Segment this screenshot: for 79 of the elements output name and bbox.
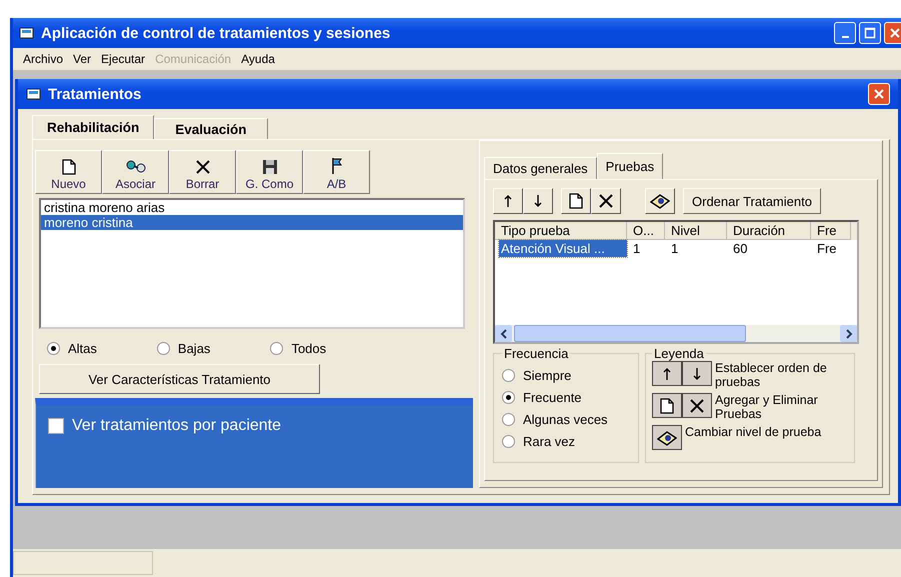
menu-item[interactable]: Ver	[73, 52, 92, 66]
legend-text: Agregar y Eliminar Pruebas	[715, 393, 819, 421]
link-icon	[126, 159, 146, 175]
toolbar-button[interactable]: Borrar	[169, 150, 236, 194]
tab[interactable]: Rehabilitación	[32, 115, 154, 139]
radio-button[interactable]: Frecuente	[502, 390, 630, 405]
move-up-button[interactable]	[493, 188, 523, 214]
window-title: Tratamientos	[48, 86, 142, 102]
window-icon	[26, 87, 42, 101]
toolbar-button[interactable]: Nuevo	[35, 150, 102, 194]
move-down-button[interactable]	[523, 188, 553, 214]
radio-circle[interactable]	[47, 342, 60, 355]
menu-item[interactable]: Archivo	[23, 52, 64, 66]
radio-circle[interactable]	[502, 391, 515, 404]
radio-button[interactable]: Siempre	[502, 368, 630, 383]
scroll-right-button[interactable]	[840, 325, 857, 342]
up-arrow-icon	[504, 195, 512, 207]
radio-button[interactable]: Algunas veces	[502, 412, 630, 427]
maximize-button[interactable]	[859, 22, 881, 44]
book-icon	[650, 193, 670, 209]
list-item[interactable]: moreno cristina	[41, 215, 463, 230]
level-button[interactable]	[645, 188, 675, 214]
radio-circle[interactable]	[270, 342, 284, 355]
details-button[interactable]: Ver Características Tratamiento	[39, 364, 320, 394]
radio-circle[interactable]	[502, 413, 515, 426]
add-button[interactable]	[561, 188, 591, 214]
radio-button[interactable]: Bajas	[156, 341, 210, 356]
cross-icon	[689, 398, 705, 414]
order-button[interactable]: Ordenar Tratamiento	[683, 188, 821, 214]
group-title: Frecuencia	[503, 346, 570, 361]
delete-button[interactable]	[591, 188, 621, 214]
tab[interactable]: Datos generales	[484, 157, 597, 179]
column-header[interactable]: O...	[627, 222, 665, 240]
radio-circle[interactable]	[502, 369, 515, 382]
up-arrow-icon	[663, 368, 671, 380]
close-button[interactable]	[868, 83, 890, 105]
group-title: Leyenda	[653, 346, 705, 361]
minimize-button[interactable]	[834, 22, 856, 44]
radio-circle[interactable]	[502, 435, 515, 448]
radio-button[interactable]: Altas	[47, 341, 97, 356]
down-arrow-icon	[693, 368, 701, 380]
flag-icon	[330, 157, 342, 175]
table-cell-text: 1	[632, 240, 642, 257]
menu-item[interactable]: Ejecutar	[101, 52, 146, 66]
table-cell: Atención Visual ...	[499, 240, 627, 257]
checkbox[interactable]: Ver tratamientos por paciente	[48, 417, 461, 435]
scroll-left-button[interactable]	[495, 325, 512, 342]
legend-text: Cambiar nivel de prueba	[685, 425, 822, 439]
column-header[interactable]: Nivel	[665, 222, 727, 240]
toolbar-button[interactable]: Asociar	[102, 150, 169, 194]
menu-item[interactable]: Ayuda	[241, 52, 275, 66]
tab[interactable]: Pruebas	[596, 153, 664, 179]
maximize-icon	[864, 27, 876, 39]
minimize-icon	[842, 36, 848, 38]
window-title: Aplicación de control de tratamientos y sesiones	[41, 24, 390, 42]
radio-circle[interactable]	[156, 342, 170, 355]
page-icon	[660, 398, 674, 414]
close-button[interactable]	[884, 22, 901, 44]
radio-button[interactable]: Todos	[270, 341, 326, 356]
list-item[interactable]: cristina moreno arias	[41, 200, 463, 215]
table-cell-text: 1	[670, 240, 680, 257]
close-icon	[873, 88, 885, 100]
cross-icon	[598, 193, 614, 209]
window-icon	[19, 26, 35, 40]
cross-icon	[194, 159, 210, 175]
column-header[interactable]: Fre	[811, 222, 851, 240]
table-cell-text: 60	[732, 240, 748, 257]
legend-text: Establecer orden de pruebas	[715, 361, 828, 389]
page-icon	[569, 193, 583, 209]
column-header[interactable]: Duración	[727, 222, 811, 240]
close-icon	[889, 27, 901, 39]
table-cell-text: Fre	[816, 240, 838, 257]
page-icon	[62, 159, 76, 175]
book-icon	[657, 430, 677, 446]
radio-button[interactable]: Rara vez	[502, 434, 630, 449]
toolbar-button[interactable]: A/B	[303, 150, 370, 194]
toolbar-button[interactable]: G. Como	[236, 150, 303, 194]
down-arrow-icon	[534, 195, 542, 207]
tab[interactable]: Evaluación	[154, 118, 268, 139]
